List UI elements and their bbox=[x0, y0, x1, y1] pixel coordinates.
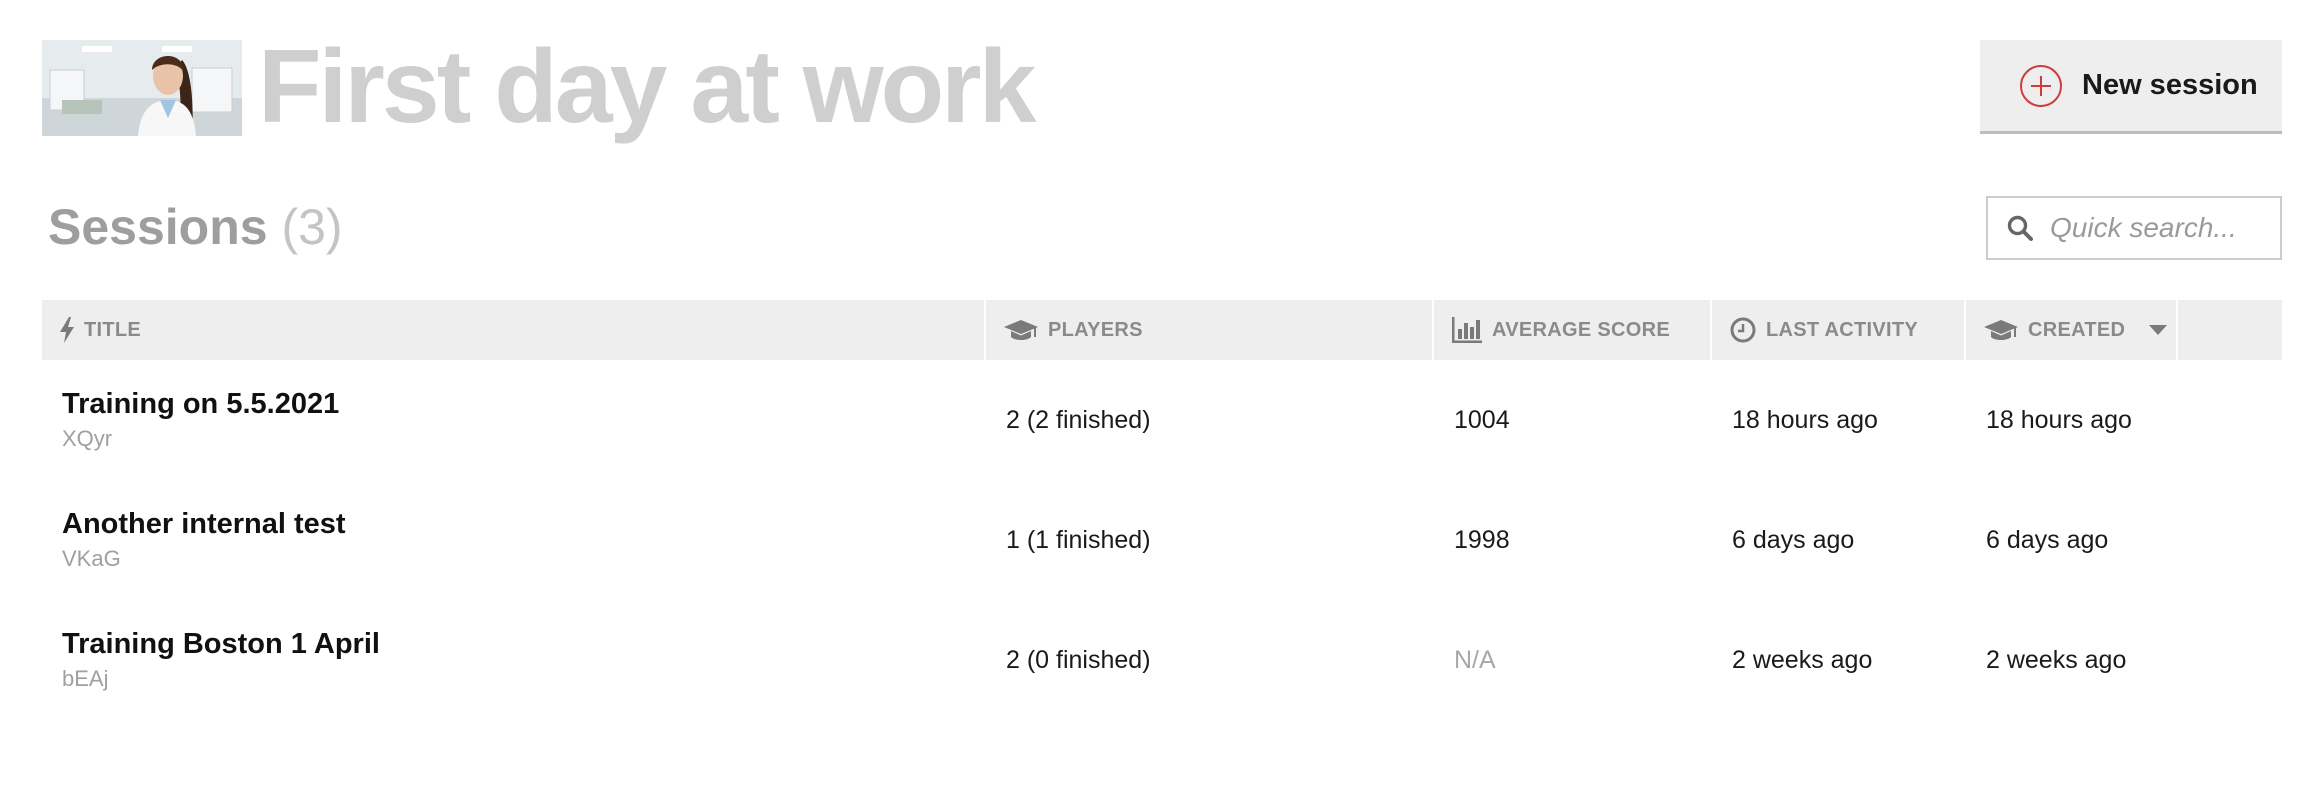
session-title[interactable]: Training Boston 1 April bbox=[62, 626, 986, 662]
average-score-cell: 1998 bbox=[1454, 525, 1510, 554]
session-code: bEAj bbox=[62, 666, 109, 691]
last-activity-cell: 18 hours ago bbox=[1732, 405, 1878, 434]
players-cell: 1 (1 finished) bbox=[1006, 525, 1151, 554]
scenario-thumbnail bbox=[42, 40, 242, 136]
bar-chart-icon bbox=[1452, 317, 1482, 343]
session-title-cell: Another internal test VKaG bbox=[42, 506, 986, 574]
session-title[interactable]: Training on 5.5.2021 bbox=[62, 386, 986, 422]
graduation-cap-icon bbox=[1004, 320, 1038, 340]
column-header-players[interactable]: PLAYERS bbox=[986, 300, 1434, 360]
column-header-actions bbox=[2178, 300, 2282, 360]
created-cell: 2 weeks ago bbox=[1986, 645, 2127, 674]
table-header: TITLE PLAYERS AVERAGE SCORE LAST ACTIVIT… bbox=[42, 300, 2282, 360]
lightning-icon bbox=[60, 317, 74, 343]
last-activity-cell: 6 days ago bbox=[1732, 525, 1855, 554]
session-title-cell: Training Boston 1 April bEAj bbox=[42, 626, 986, 694]
page-header: First day at work New session bbox=[42, 32, 2282, 142]
sessions-count: (3) bbox=[281, 199, 343, 255]
clock-icon bbox=[1730, 317, 1756, 343]
table-row[interactable]: Training Boston 1 April bEAj 2 (0 finish… bbox=[42, 600, 2282, 720]
page-title: First day at work bbox=[258, 29, 1036, 145]
column-header-last-activity-label: LAST ACTIVITY bbox=[1766, 318, 1919, 341]
new-session-button[interactable]: New session bbox=[1980, 40, 2282, 134]
table-row[interactable]: Another internal test VKaG 1 (1 finished… bbox=[42, 480, 2282, 600]
column-header-title-label: TITLE bbox=[84, 318, 142, 341]
sort-descending-icon[interactable] bbox=[2149, 325, 2168, 335]
session-title[interactable]: Another internal test bbox=[62, 506, 986, 542]
column-header-average-score[interactable]: AVERAGE SCORE bbox=[1434, 300, 1712, 360]
session-code: XQyr bbox=[62, 426, 113, 451]
last-activity-cell: 2 weeks ago bbox=[1732, 645, 1873, 674]
sessions-heading-label: Sessions bbox=[48, 199, 268, 255]
search-input[interactable] bbox=[2050, 212, 2260, 244]
column-header-created-label: CREATED bbox=[2028, 318, 2126, 341]
average-score-cell: N/A bbox=[1454, 645, 1496, 674]
sessions-heading: Sessions (3) bbox=[48, 198, 343, 256]
sessions-table: TITLE PLAYERS AVERAGE SCORE LAST ACTIVIT… bbox=[42, 300, 2282, 720]
plus-circle-icon bbox=[2020, 64, 2062, 107]
created-cell: 6 days ago bbox=[1986, 525, 2109, 554]
column-header-title[interactable]: TITLE bbox=[42, 300, 986, 360]
created-cell: 18 hours ago bbox=[1986, 405, 2132, 434]
search-icon bbox=[2007, 215, 2033, 241]
session-title-cell: Training on 5.5.2021 XQyr bbox=[42, 386, 986, 454]
average-score-cell: 1004 bbox=[1454, 405, 1510, 434]
graduation-cap-icon bbox=[1984, 320, 2018, 340]
session-code: VKaG bbox=[62, 546, 121, 571]
column-header-average-score-label: AVERAGE SCORE bbox=[1492, 318, 1671, 341]
search-box[interactable] bbox=[1986, 196, 2282, 260]
table-row[interactable]: Training on 5.5.2021 XQyr 2 (2 finished)… bbox=[42, 360, 2282, 480]
players-cell: 2 (2 finished) bbox=[1006, 405, 1151, 434]
new-session-label: New session bbox=[2082, 69, 2258, 101]
column-header-players-label: PLAYERS bbox=[1048, 318, 1143, 341]
column-header-last-activity[interactable]: LAST ACTIVITY bbox=[1712, 300, 1966, 360]
column-header-created[interactable]: CREATED bbox=[1966, 300, 2178, 360]
players-cell: 2 (0 finished) bbox=[1006, 645, 1151, 674]
